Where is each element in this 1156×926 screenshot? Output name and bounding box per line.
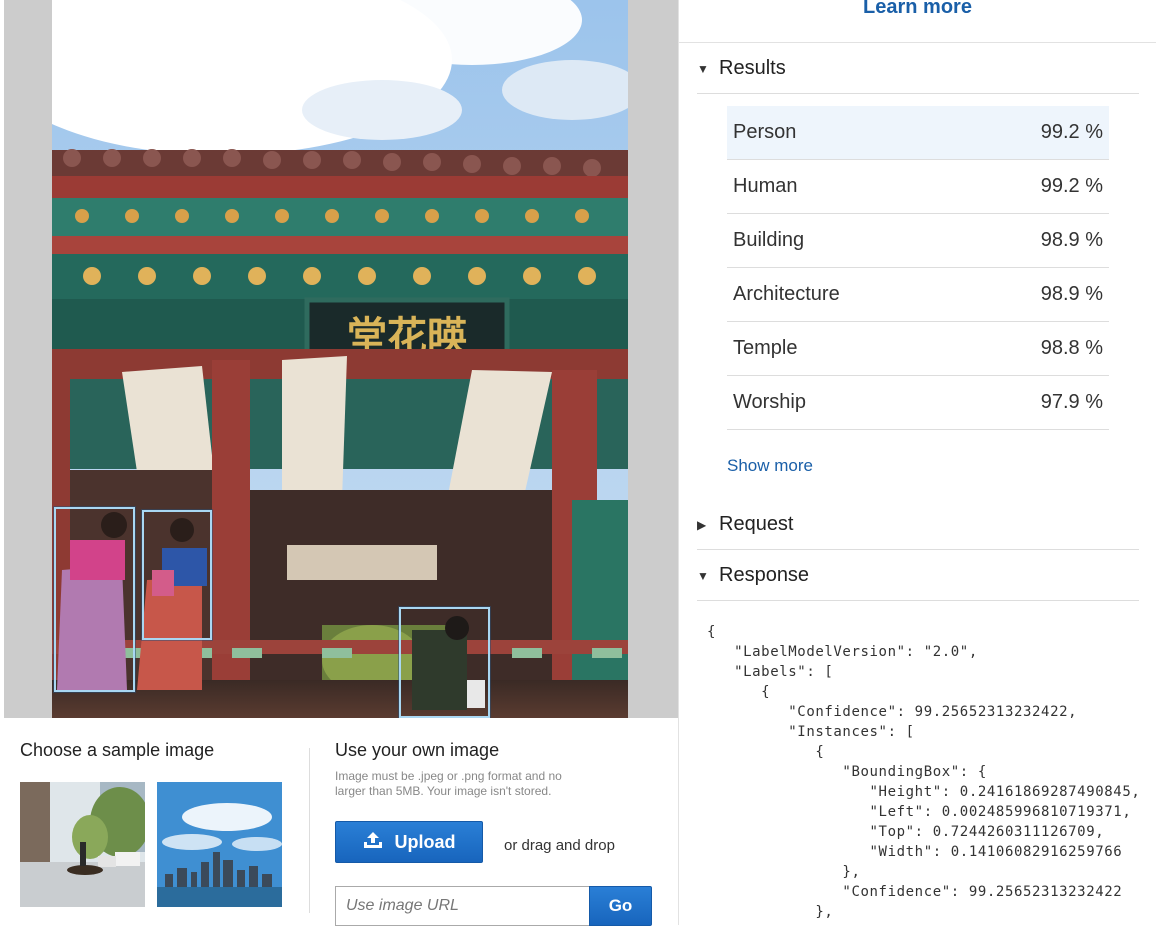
upload-button-label: Upload [394, 831, 456, 852]
caret-down-icon: ▼ [697, 61, 709, 76]
image-preview-area: 堂花暎 [4, 0, 678, 718]
response-json: { "LabelModelVersion": "2.0", "Labels": … [707, 624, 1141, 920]
result-row-building[interactable]: Building 98.9 % [727, 214, 1109, 268]
drag-drop-text: or drag and drop [504, 837, 615, 854]
result-label: Worship [733, 391, 806, 413]
sample-image-section: Choose a sample image [20, 740, 290, 907]
result-label: Human [733, 175, 798, 197]
sample-image-street[interactable] [20, 782, 150, 907]
request-title: Request [719, 513, 794, 535]
result-confidence: 98.9 % [1040, 229, 1103, 251]
result-row-human[interactable]: Human 99.2 % [727, 160, 1109, 214]
show-more-link[interactable]: Show more [727, 456, 813, 476]
results-header[interactable]: ▼ Results [697, 44, 1139, 94]
result-confidence: 98.9 % [1040, 283, 1103, 305]
own-image-section: Use your own image Image must be .jpeg o… [335, 740, 665, 926]
response-title: Response [719, 564, 810, 586]
bounding-box-person-3[interactable] [399, 607, 490, 718]
caret-right-icon: ▶ [697, 517, 707, 532]
own-image-note: Image must be .jpeg or .png format and n… [335, 769, 562, 798]
result-confidence: 99.2 % [1040, 121, 1103, 143]
left-panel: 堂花暎 Choose a sample image Use your own i… [0, 0, 679, 926]
right-panel: Learn more ▼ Results Person 99.2 % Human… [679, 0, 1156, 925]
result-row-person[interactable]: Person 99.2 % [727, 106, 1109, 160]
results-list: Person 99.2 % Human 99.2 % Building 98.9… [727, 106, 1109, 430]
sample-image-heading: Choose a sample image [20, 740, 215, 760]
analyzed-photo: 堂花暎 [52, 0, 628, 718]
result-row-temple[interactable]: Temple 98.8 % [727, 322, 1109, 376]
bounding-box-person-2[interactable] [142, 510, 212, 640]
top-divider [679, 42, 1156, 43]
upload-button[interactable]: Upload [335, 821, 483, 863]
image-url-input[interactable] [335, 886, 589, 926]
go-button[interactable]: Go [589, 886, 652, 926]
result-confidence: 98.8 % [1040, 337, 1103, 359]
upload-icon [363, 831, 383, 854]
request-header[interactable]: ▶ Request [697, 500, 1139, 550]
result-label: Building [733, 229, 805, 251]
caret-down-icon: ▼ [697, 568, 709, 583]
result-label: Person [733, 121, 797, 143]
sample-image-skyline[interactable] [157, 782, 282, 907]
section-divider [309, 748, 310, 913]
own-image-heading: Use your own image [335, 740, 500, 760]
bounding-box-person-1[interactable] [54, 507, 135, 692]
result-confidence: 99.2 % [1040, 175, 1103, 197]
learn-more-link[interactable]: Learn more [679, 0, 1156, 19]
result-confidence: 97.9 % [1040, 391, 1103, 413]
result-row-architecture[interactable]: Architecture 98.9 % [727, 268, 1109, 322]
result-label: Architecture [733, 283, 840, 305]
response-header[interactable]: ▼ Response [697, 551, 1139, 601]
results-title: Results [719, 57, 786, 79]
result-row-worship[interactable]: Worship 97.9 % [727, 376, 1109, 430]
result-label: Temple [733, 337, 798, 359]
